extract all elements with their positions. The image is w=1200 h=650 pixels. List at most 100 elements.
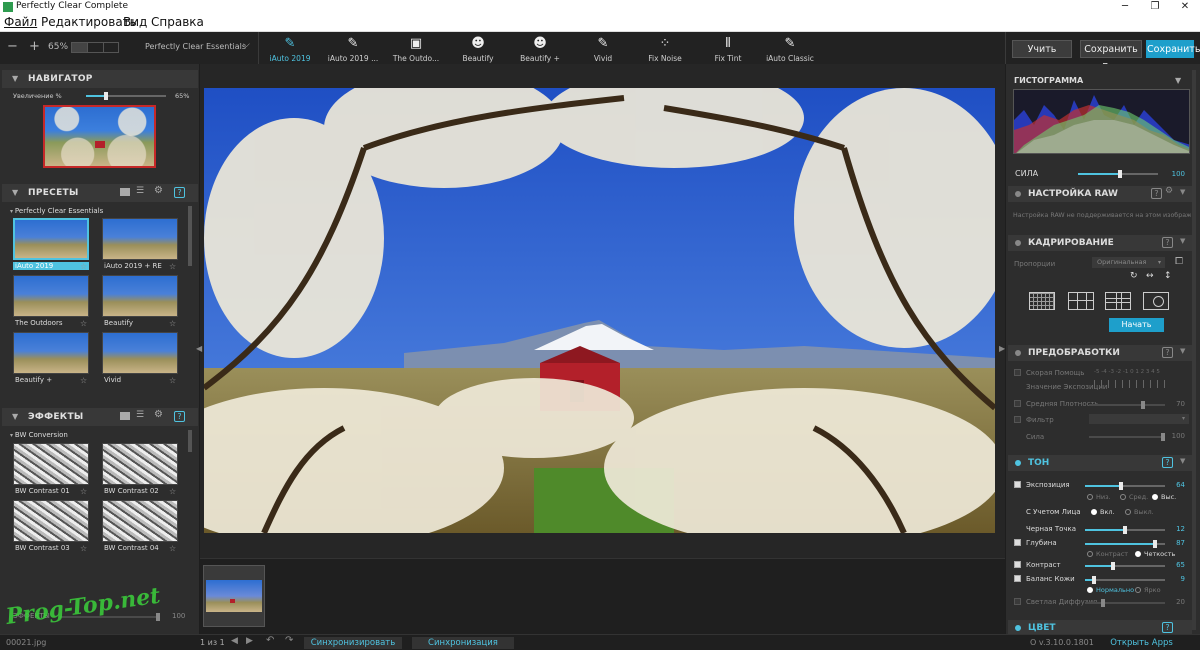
mid-density-slider[interactable]	[1089, 401, 1165, 409]
sync-all-button[interactable]: Синхронизировать все	[304, 637, 402, 649]
grid-view-icon[interactable]	[120, 412, 130, 420]
preset-button[interactable]: ☻ Beautify	[447, 32, 509, 64]
light-diffusion-checkbox[interactable]	[1014, 598, 1021, 605]
proportions-select[interactable]: Оригинальная ▾	[1092, 257, 1165, 268]
light-diffusion-slider[interactable]	[1085, 599, 1165, 607]
rotate-icon[interactable]: ↻	[1130, 271, 1138, 281]
grid-overlay-spiral-icon[interactable]	[1143, 292, 1169, 310]
favorite-star-icon[interactable]: ☆	[80, 319, 87, 328]
main-photo[interactable]	[204, 88, 995, 533]
grid-overlay-thirds-icon[interactable]	[1068, 292, 1094, 310]
help-icon[interactable]: ?	[1151, 188, 1162, 199]
help-icon[interactable]: ?	[1162, 347, 1173, 358]
favorite-star-icon[interactable]: ☆	[80, 544, 87, 553]
navigator-preview[interactable]	[43, 105, 156, 168]
exposure-checkbox[interactable]	[1014, 481, 1021, 488]
filter-strength-slider[interactable]	[1089, 433, 1165, 441]
navigator-zoom-slider[interactable]	[86, 92, 166, 100]
crop-icon[interactable]: ⧠	[1175, 256, 1183, 267]
exposure-low-radio[interactable]	[1087, 494, 1093, 500]
skin-balance-checkbox[interactable]	[1014, 575, 1021, 582]
favorite-star-icon[interactable]: ☆	[80, 487, 87, 496]
favorite-star-icon[interactable]: ☆	[169, 319, 176, 328]
grid-overlay-golden-icon[interactable]	[1105, 292, 1131, 310]
preset-group-select[interactable]: Perfectly Clear Essentials	[145, 42, 246, 51]
gear-icon[interactable]: ⚙	[154, 185, 163, 196]
close-button[interactable]: ✕	[1170, 0, 1200, 14]
chevron-down-icon[interactable]: ⌵	[243, 40, 250, 50]
preset-button[interactable]: ✎ Vivid	[572, 32, 634, 64]
preset-button[interactable]: ✎ iAuto Classic	[759, 32, 821, 64]
contrast-slider[interactable]	[1085, 562, 1165, 570]
flip-vertical-icon[interactable]: ↕	[1164, 271, 1172, 281]
list-view-icon[interactable]: ☰	[136, 410, 144, 420]
mid-density-checkbox[interactable]	[1014, 400, 1021, 407]
gear-icon[interactable]: ⚙	[1165, 186, 1173, 196]
preset-thumbnail[interactable]	[102, 275, 178, 317]
right-panel-scrollbar[interactable]	[1192, 70, 1196, 630]
maximize-button[interactable]: ❐	[1140, 0, 1170, 14]
navigator-header[interactable]: ▼ НАВИГАТОР	[2, 70, 198, 88]
exposure-mid-radio[interactable]	[1120, 494, 1126, 500]
favorite-star-icon[interactable]: ☆	[80, 376, 87, 385]
filter-select[interactable]: ▾	[1089, 414, 1189, 424]
strength-slider[interactable]	[1078, 170, 1158, 178]
save-button[interactable]: Сохранить	[1146, 40, 1200, 58]
preset-thumbnail[interactable]	[102, 332, 178, 374]
preset-thumbnail[interactable]	[13, 218, 89, 260]
collapse-icon[interactable]: ▼	[1180, 188, 1185, 196]
favorite-star-icon[interactable]: ☆	[80, 262, 87, 271]
help-icon[interactable]: ?	[1162, 622, 1173, 633]
effect-thumbnail[interactable]	[102, 443, 178, 485]
quick-help-checkbox[interactable]	[1014, 369, 1021, 376]
effect-thumbnail[interactable]	[102, 500, 178, 542]
filmstrip-thumb[interactable]	[203, 565, 265, 627]
flip-horizontal-icon[interactable]: ↔	[1146, 271, 1154, 281]
favorite-star-icon[interactable]: ☆	[169, 262, 176, 271]
grid-overlay-fine-icon[interactable]	[1029, 292, 1055, 310]
preset-button[interactable]: ✎ iAuto 2019	[259, 32, 321, 64]
zoom-out-button[interactable]: −	[7, 39, 18, 54]
black-point-slider[interactable]	[1085, 526, 1165, 534]
exposure-high-radio[interactable]	[1152, 494, 1158, 500]
face-aware-off-radio[interactable]	[1125, 509, 1131, 515]
effect-thumbnail[interactable]	[13, 500, 89, 542]
skin-balance-slider[interactable]	[1085, 576, 1165, 584]
favorite-star-icon[interactable]: ☆	[169, 487, 176, 496]
prev-image-icon[interactable]: ◀	[231, 636, 238, 646]
help-icon[interactable]: ?	[1162, 237, 1173, 248]
effect-thumbnail[interactable]	[13, 443, 89, 485]
undo-icon[interactable]: ↶	[266, 635, 274, 646]
menu-help[interactable]: Справка	[151, 15, 204, 29]
grid-view-icon[interactable]	[120, 188, 130, 196]
collapse-icon[interactable]: ▼	[1175, 76, 1181, 85]
redo-icon[interactable]: ↷	[285, 635, 293, 646]
exposure-slider[interactable]	[1085, 482, 1165, 490]
menu-view[interactable]: Вид	[123, 15, 147, 29]
skin-normal-radio[interactable]	[1087, 587, 1093, 593]
collapse-icon[interactable]: ▼	[1180, 237, 1185, 245]
preset-thumbnail[interactable]	[13, 332, 89, 374]
preset-button[interactable]: ▣ The Outdo...	[385, 32, 447, 64]
next-image-icon[interactable]: ▶	[246, 636, 253, 646]
preset-button[interactable]: ☻ Beautify +	[509, 32, 571, 64]
contrast-checkbox[interactable]	[1014, 561, 1021, 568]
effects-scrollbar[interactable]	[188, 430, 192, 452]
skin-bright-radio[interactable]	[1135, 587, 1141, 593]
collapse-icon[interactable]: ▼	[1180, 457, 1185, 465]
preset-button[interactable]: ⁘ Fix Noise	[634, 32, 696, 64]
depth-contrast-radio[interactable]	[1087, 551, 1093, 557]
presets-scrollbar[interactable]	[188, 206, 192, 266]
help-icon[interactable]: ?	[174, 411, 185, 422]
crop-start-button[interactable]: Начать	[1109, 318, 1164, 332]
menu-file[interactable]: Файл	[4, 15, 37, 29]
open-apps-manager-button[interactable]: Открыть Apps Manager	[1094, 637, 1189, 649]
list-view-icon[interactable]: ☰	[136, 186, 144, 196]
effects-header[interactable]: ▼ ЭФФЕКТЫ	[2, 408, 198, 426]
depth-clarity-radio[interactable]	[1135, 551, 1141, 557]
presets-header[interactable]: ▼ ПРЕСЕТЫ	[2, 184, 198, 202]
minimize-button[interactable]: ─	[1110, 0, 1140, 14]
gear-icon[interactable]: ⚙	[154, 409, 163, 420]
view-mode-toggle[interactable]	[71, 42, 119, 53]
preset-thumbnail[interactable]	[102, 218, 178, 260]
